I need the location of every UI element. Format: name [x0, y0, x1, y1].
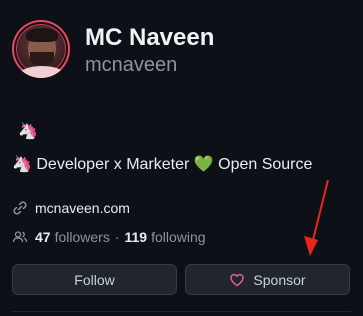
- avatar-shirt: [18, 66, 66, 78]
- follow-stats-row: 47 followers · 119 following: [12, 229, 206, 245]
- annotation-arrow-icon: [304, 179, 329, 256]
- followers-label[interactable]: followers: [55, 229, 110, 245]
- heart-icon: [229, 272, 245, 288]
- status-emoji[interactable]: 🦄: [18, 122, 38, 142]
- website-row: mcnaveen.com: [12, 200, 130, 216]
- profile-username: mcnaveen: [85, 54, 178, 76]
- sponsor-button-label: Sponsor: [253, 271, 306, 288]
- stats-separator: ·: [114, 229, 120, 245]
- link-icon: [12, 200, 28, 216]
- following-count[interactable]: 119: [125, 229, 148, 245]
- profile-bio: 🦄 Developer x Marketer 💚 Open Source: [12, 156, 313, 173]
- people-icon: [12, 229, 28, 245]
- avatar-beard: [30, 52, 54, 66]
- section-divider: [12, 311, 351, 312]
- following-label[interactable]: following: [151, 229, 205, 245]
- profile-name: MC Naveen: [85, 24, 215, 51]
- follow-button-label: Follow: [74, 271, 115, 288]
- follow-button[interactable]: Follow: [12, 264, 177, 295]
- website-link[interactable]: mcnaveen.com: [35, 200, 130, 216]
- avatar-hair: [26, 28, 58, 42]
- sponsor-button[interactable]: Sponsor: [185, 264, 350, 295]
- followers-count[interactable]: 47: [35, 229, 51, 245]
- avatar[interactable]: [12, 20, 70, 78]
